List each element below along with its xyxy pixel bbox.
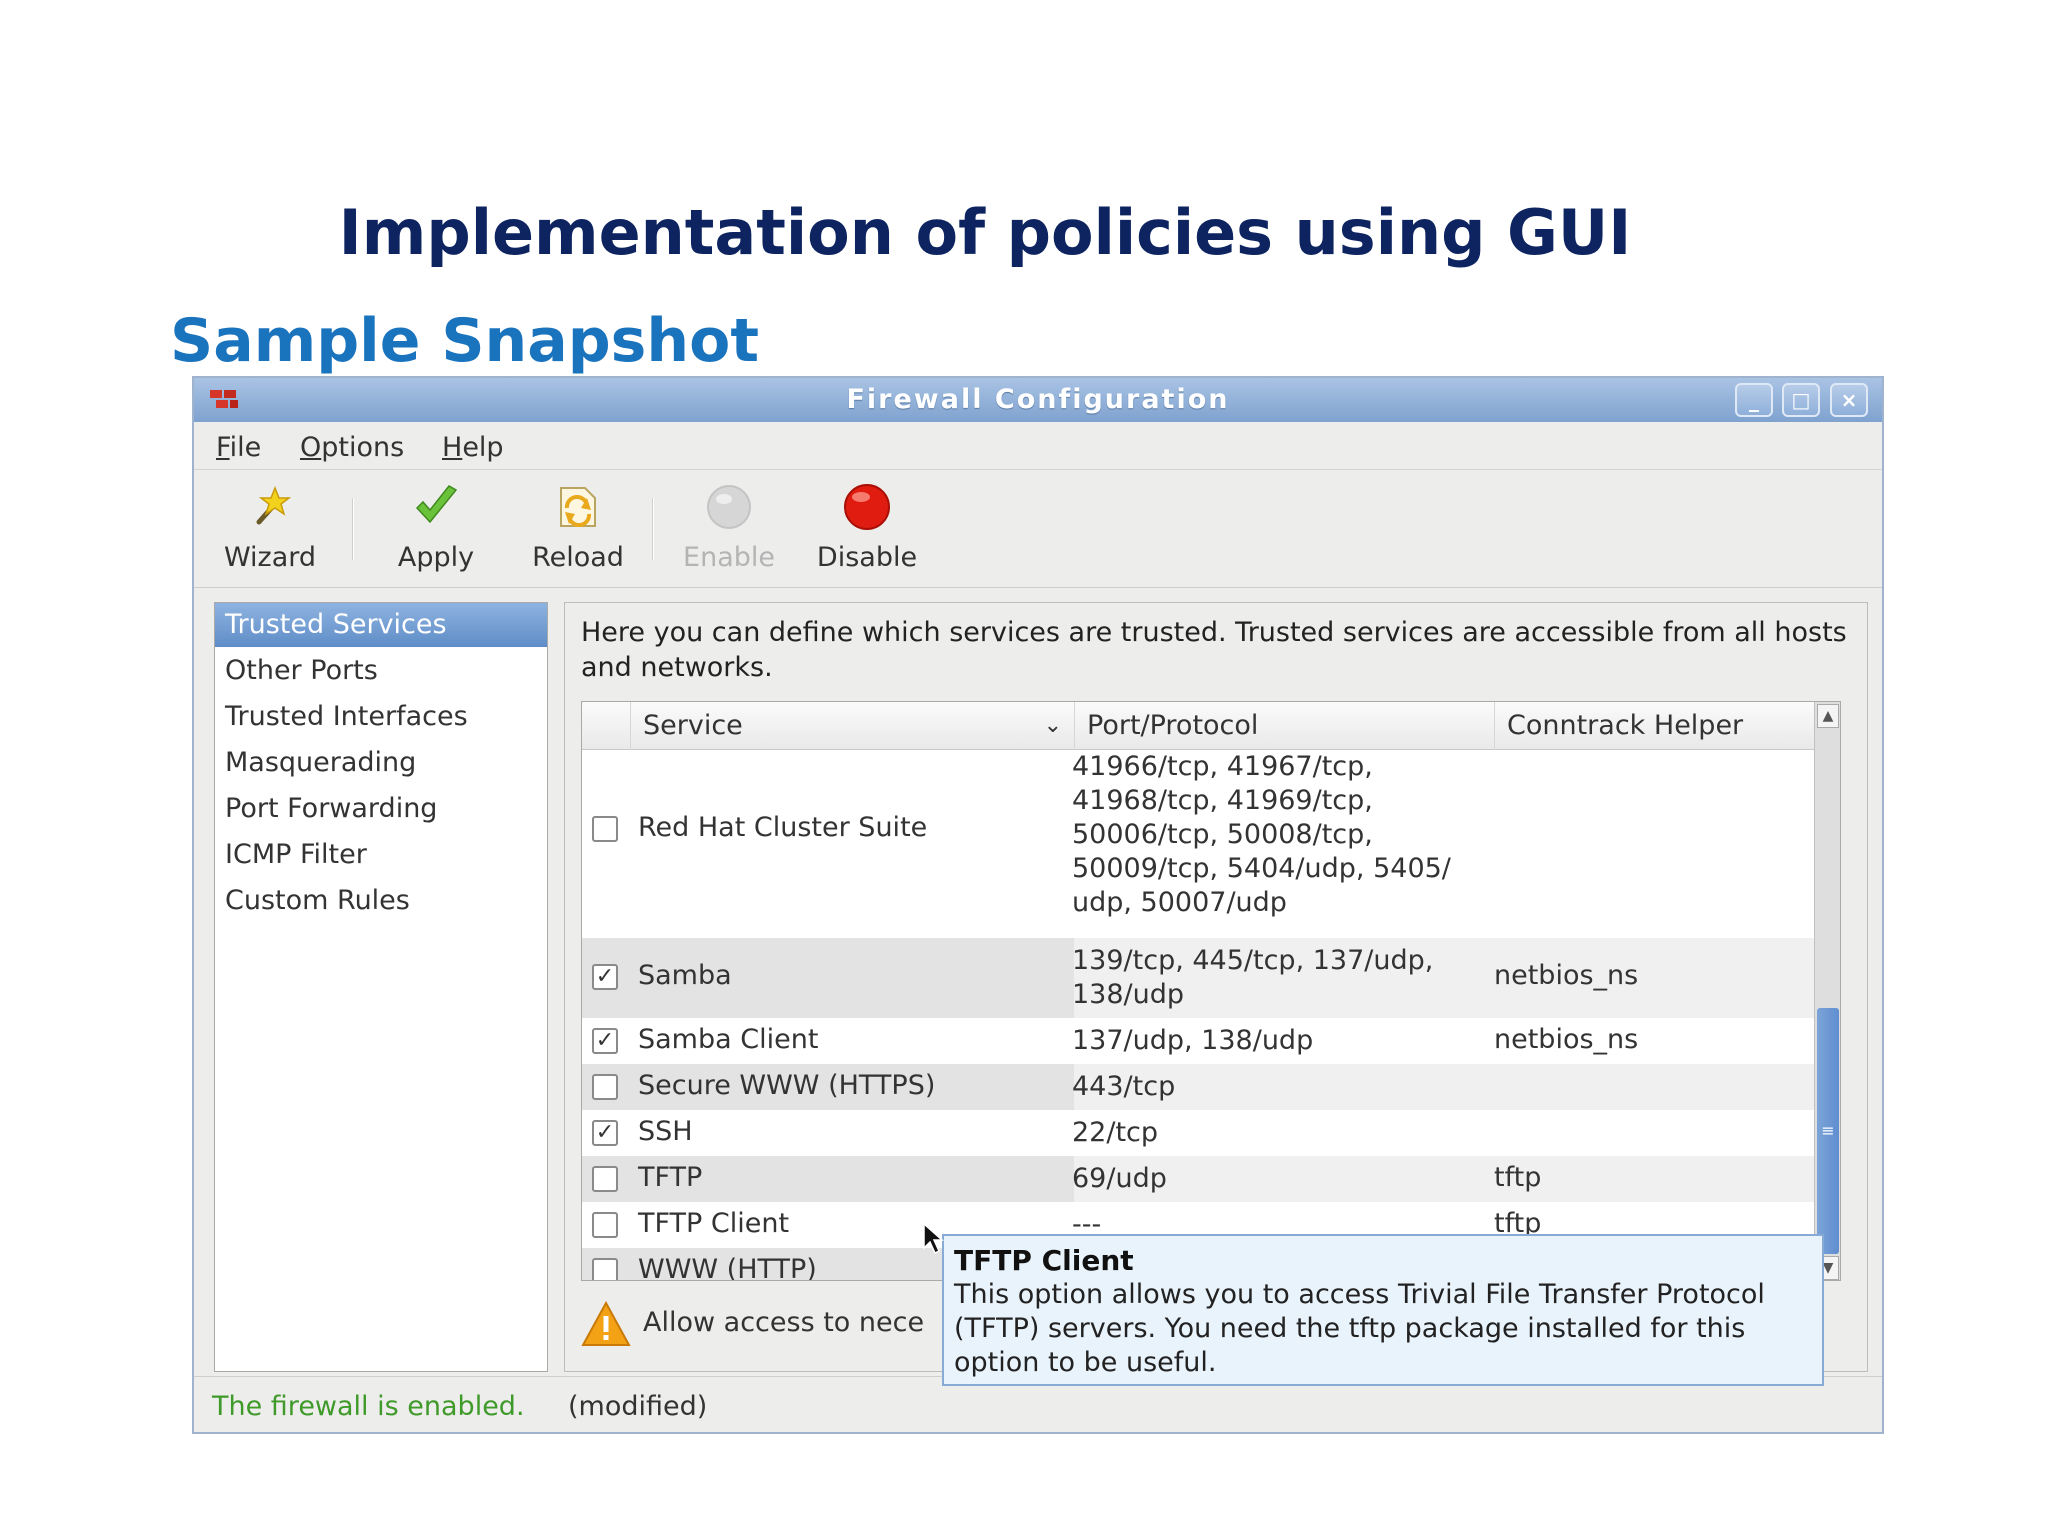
port-protocol: 22/tcp (1072, 1117, 1159, 1148)
apply-label: Apply (397, 542, 475, 573)
port-protocol: 137/udp, 138/udp (1072, 1025, 1314, 1056)
disable-button[interactable]: Disable (800, 478, 934, 578)
menu-help[interactable]: Help (442, 432, 504, 463)
services-table: Service ⌄ Port/Protocol Conntrack Helper… (581, 701, 1841, 1281)
table-body: Red Hat Cluster Suite 41966/tcp, 41967/t… (582, 750, 1814, 1281)
conntrack-helper: netbios_ns (1494, 960, 1639, 991)
reload-icon (560, 487, 596, 527)
row-checkbox[interactable] (592, 1258, 618, 1280)
scrollbar-thumb[interactable]: ≡ (1817, 1008, 1839, 1254)
modified-indicator: (modified) (568, 1391, 708, 1422)
menu-file[interactable]: File (216, 432, 261, 463)
tooltip-body: This option allows you to access Trivial… (954, 1279, 1765, 1378)
checkmark-icon (415, 485, 458, 524)
row-checkbox[interactable]: ✓ (592, 964, 618, 990)
port-protocol: 443/tcp (1072, 1071, 1176, 1102)
menu-options[interactable]: Options (300, 432, 404, 463)
port-protocol: 41966/tcp, 41967/tcp, 41968/tcp, 41969/t… (1072, 751, 1451, 918)
menubar: File Options Help (194, 422, 1882, 470)
table-row[interactable]: TFTP 69/udp tftp (582, 1156, 1814, 1202)
sort-chevron-icon: ⌄ (1043, 713, 1062, 738)
port-protocol: 139/tcp, 445/tcp, 137/udp, 138/udp (1072, 945, 1434, 1010)
reload-label: Reload (532, 542, 624, 573)
table-row[interactable]: Red Hat Cluster Suite 41966/tcp, 41967/t… (582, 750, 1814, 938)
service-name: TFTP Client (638, 1208, 790, 1239)
tooltip: TFTP Client This option allows you to ac… (942, 1234, 1824, 1386)
panel-description: Here you can define which services are t… (581, 617, 1847, 683)
wizard-label: Wizard (223, 542, 317, 573)
warning-text: Allow access to nece (643, 1307, 925, 1338)
minimize-button[interactable]: _ (1735, 383, 1773, 417)
disable-label: Disable (816, 542, 918, 573)
row-checkbox[interactable] (592, 1212, 618, 1238)
red-circle-icon (844, 484, 890, 530)
sidebar-item-icmp-filter[interactable]: ICMP Filter (215, 833, 547, 877)
gray-circle-icon (707, 485, 751, 529)
row-checkbox[interactable]: ✓ (592, 1120, 618, 1146)
service-name: TFTP (638, 1162, 703, 1193)
enable-label: Enable (683, 542, 775, 573)
warning-triangle-icon (581, 1301, 631, 1346)
slide-subtitle: Sample Snapshot (170, 306, 760, 376)
sidebar-item-trusted-services[interactable]: Trusted Services (215, 603, 547, 647)
column-header-port[interactable]: Port/Protocol (1074, 702, 1494, 750)
table-row[interactable]: ✓ Samba Client 137/udp, 138/udp netbios_… (582, 1018, 1814, 1064)
service-name: Red Hat Cluster Suite (638, 812, 928, 843)
row-checkbox[interactable] (592, 1074, 618, 1100)
sidebar-item-masquerading[interactable]: Masquerading (215, 741, 547, 785)
firewall-status: The firewall is enabled. (212, 1391, 525, 1422)
service-name: Samba (638, 960, 732, 991)
service-name: WWW (HTTP) (638, 1254, 817, 1281)
port-protocol: 69/udp (1072, 1163, 1167, 1194)
mouse-pointer-icon (923, 1222, 944, 1255)
row-checkbox[interactable] (592, 816, 618, 842)
column-header-service[interactable]: Service ⌄ (630, 702, 1074, 750)
sidebar-item-other-ports[interactable]: Other Ports (215, 649, 547, 693)
table-scrollbar[interactable]: ▲ ≡ ▼ (1814, 702, 1840, 1280)
column-header-helper[interactable]: Conntrack Helper (1494, 702, 1814, 750)
conntrack-helper: netbios_ns (1494, 1024, 1639, 1055)
service-name: Secure WWW (HTTPS) (638, 1070, 936, 1101)
tooltip-title: TFTP Client (954, 1244, 1134, 1277)
apply-button[interactable]: Apply (380, 478, 492, 578)
toolbar-separator (652, 498, 654, 560)
row-checkbox[interactable] (592, 1166, 618, 1192)
service-name: Samba Client (638, 1024, 819, 1055)
sidebar: Trusted Services Other Ports Trusted Int… (214, 602, 548, 1372)
toolbar: Wizard Apply Reload Enable Disable (194, 470, 1882, 588)
wizard-button[interactable]: Wizard (214, 478, 326, 578)
enable-button[interactable]: Enable (670, 478, 788, 578)
row-checkbox[interactable]: ✓ (592, 1028, 618, 1054)
toolbar-separator (352, 498, 354, 560)
scroll-up-arrow-icon[interactable]: ▲ (1817, 704, 1839, 728)
sidebar-item-custom-rules[interactable]: Custom Rules (215, 879, 547, 923)
table-row[interactable]: Secure WWW (HTTPS) 443/tcp (582, 1064, 1814, 1110)
sidebar-item-port-forwarding[interactable]: Port Forwarding (215, 787, 547, 831)
table-header: Service ⌄ Port/Protocol Conntrack Helper (582, 702, 1814, 750)
slide-title: Implementation of policies using GUI (338, 196, 1632, 269)
conntrack-helper: tftp (1494, 1162, 1542, 1193)
table-row[interactable]: ✓ Samba 139/tcp, 445/tcp, 137/udp, 138/u… (582, 938, 1814, 1018)
service-name: SSH (638, 1116, 693, 1147)
sidebar-item-trusted-interfaces[interactable]: Trusted Interfaces (215, 695, 547, 739)
wand-icon (256, 485, 292, 525)
table-row[interactable]: ✓ SSH 22/tcp (582, 1110, 1814, 1156)
maximize-button[interactable]: □ (1782, 383, 1820, 417)
window-titlebar[interactable]: Firewall Configuration _ □ × (194, 378, 1882, 422)
reload-button[interactable]: Reload (512, 478, 644, 578)
close-button[interactable]: × (1830, 383, 1868, 417)
window-title: Firewall Configuration (846, 384, 1230, 415)
